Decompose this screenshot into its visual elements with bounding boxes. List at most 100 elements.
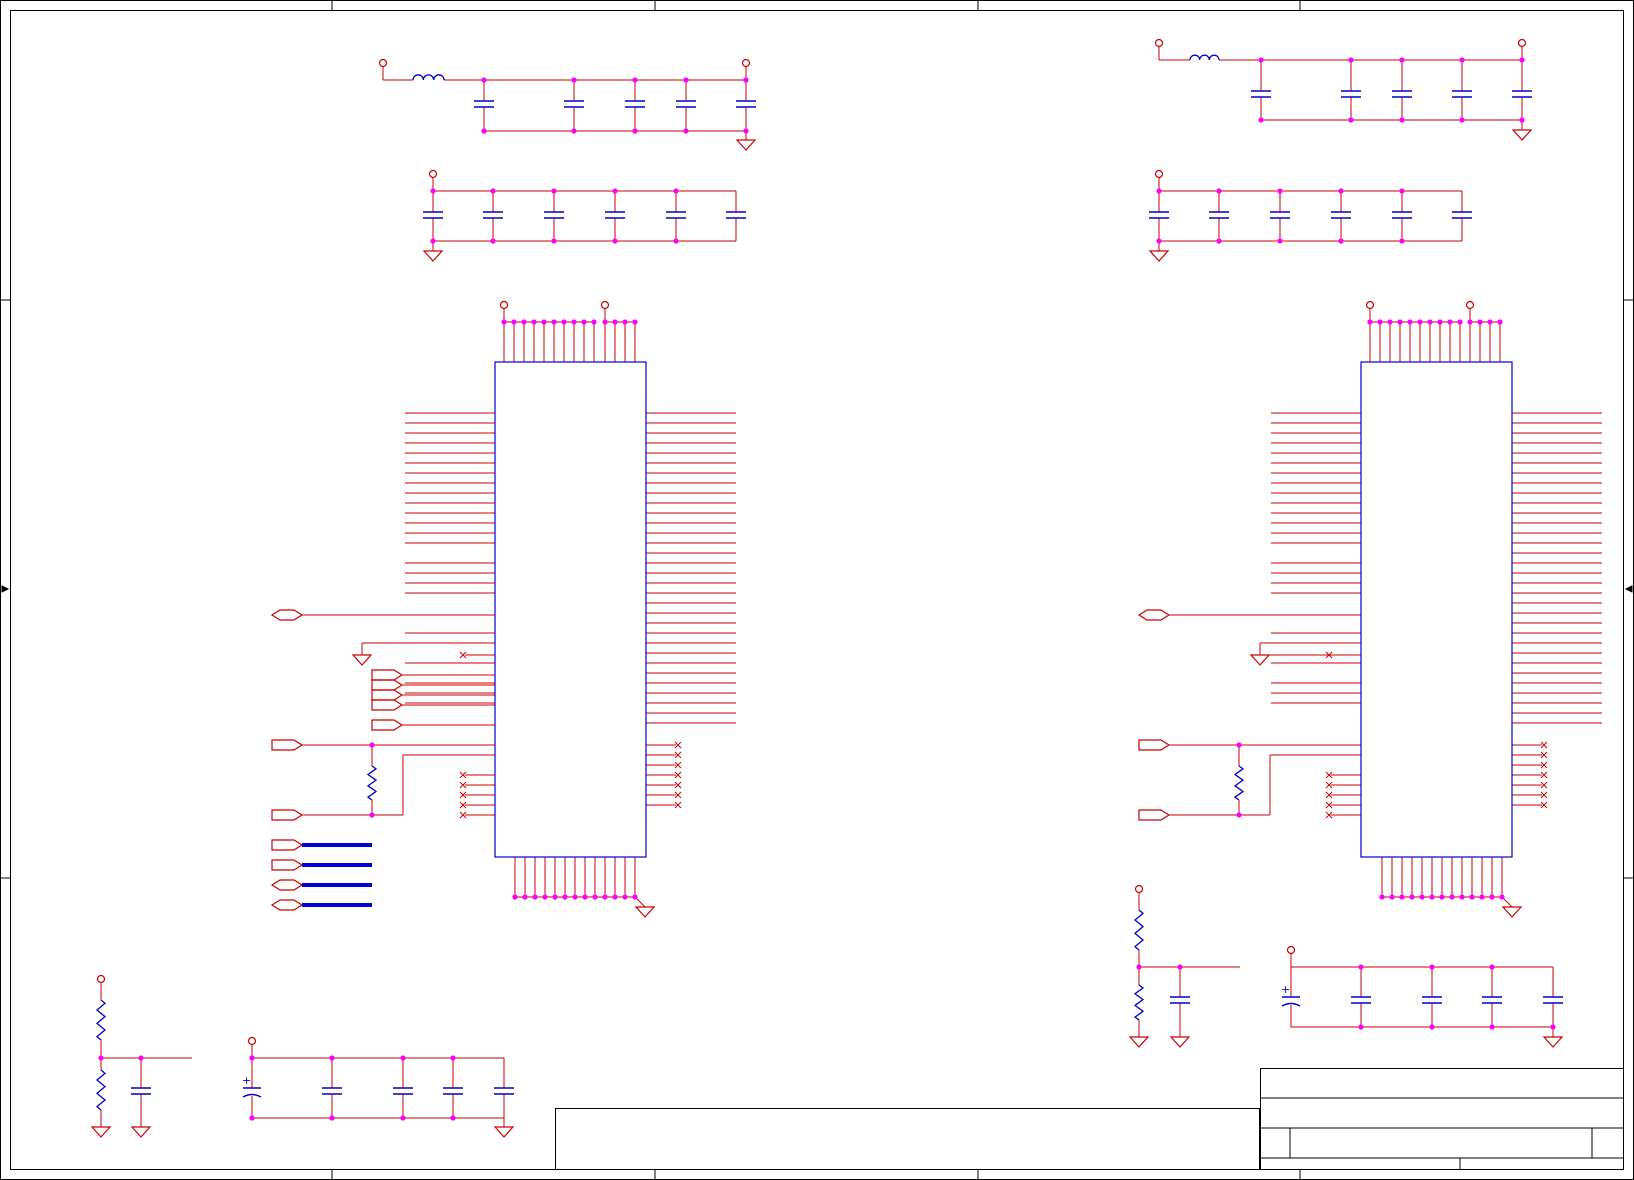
junction-dot bbox=[1439, 894, 1445, 900]
junction-dot bbox=[1417, 319, 1423, 325]
junction-dot bbox=[1399, 188, 1405, 194]
junction-dot bbox=[581, 319, 587, 325]
junction-dot bbox=[542, 894, 548, 900]
off-sheet-port-icon bbox=[371, 699, 404, 711]
power-port-circle-icon bbox=[1154, 169, 1164, 179]
power-port-circle-icon bbox=[1154, 38, 1164, 48]
junction-dot bbox=[683, 128, 689, 134]
junction-dot bbox=[1459, 894, 1465, 900]
resistor-icon bbox=[1133, 909, 1145, 951]
junction-dot bbox=[1358, 964, 1364, 970]
junction-dot bbox=[1156, 238, 1162, 244]
power-port-circle-icon bbox=[499, 300, 509, 310]
power-port-circle-icon bbox=[1465, 300, 1475, 310]
junction-dot bbox=[1519, 117, 1525, 123]
junction-dot bbox=[511, 319, 517, 325]
junction-dot bbox=[561, 319, 567, 325]
power-port-circle-icon bbox=[1134, 884, 1144, 894]
junction-dot bbox=[1358, 1024, 1364, 1030]
junction-layer bbox=[98, 57, 1556, 1121]
junction-dot bbox=[602, 894, 608, 900]
junction-dot bbox=[481, 77, 487, 83]
junction-dot bbox=[450, 1115, 456, 1121]
off-sheet-port-icon bbox=[271, 809, 304, 821]
junction-dot bbox=[632, 77, 638, 83]
junction-dot bbox=[1277, 238, 1283, 244]
junction-dot bbox=[1499, 894, 1505, 900]
junction-dot bbox=[1379, 894, 1385, 900]
junction-dot bbox=[481, 128, 487, 134]
junction-dot bbox=[1419, 894, 1425, 900]
junction-dot bbox=[1457, 319, 1463, 325]
junction-dot bbox=[430, 238, 436, 244]
junction-dot bbox=[531, 319, 537, 325]
junction-dot bbox=[683, 77, 689, 83]
junction-dot bbox=[612, 319, 618, 325]
junction-dot bbox=[1477, 319, 1483, 325]
power-port-circle-icon bbox=[1286, 945, 1296, 955]
title-block-frame bbox=[1260, 1068, 1624, 1170]
junction-dot bbox=[1399, 57, 1405, 63]
junction-dot bbox=[591, 319, 597, 325]
off-sheet-port-icon bbox=[371, 689, 404, 701]
resistor-icon bbox=[95, 999, 107, 1041]
inner-border bbox=[10, 10, 1624, 1170]
junction-dot bbox=[551, 319, 557, 325]
junction-dot bbox=[98, 1055, 104, 1061]
power-port-circle-icon bbox=[247, 1036, 257, 1046]
junction-dot bbox=[551, 188, 557, 194]
zone-arrow-icon bbox=[1, 585, 10, 593]
junction-dot bbox=[582, 894, 588, 900]
junction-dot bbox=[1399, 117, 1405, 123]
junction-dot bbox=[673, 238, 679, 244]
junction-dot bbox=[1447, 319, 1453, 325]
junction-dot bbox=[612, 894, 618, 900]
junction-dot bbox=[622, 319, 628, 325]
junction-dot bbox=[521, 319, 527, 325]
resistor-icon bbox=[366, 765, 378, 801]
junction-dot bbox=[138, 1055, 144, 1061]
junction-dot bbox=[1489, 1024, 1495, 1030]
junction-dot bbox=[1487, 319, 1493, 325]
off-sheet-port-icon bbox=[1138, 809, 1171, 821]
power-port-circle-icon bbox=[1365, 300, 1375, 310]
resistor-icon bbox=[1233, 765, 1245, 801]
junction-dot bbox=[632, 128, 638, 134]
sheet-frame bbox=[0, 0, 1634, 1180]
junction-dot bbox=[1489, 964, 1495, 970]
resistor-icon bbox=[1133, 984, 1145, 1021]
junction-dot bbox=[602, 319, 608, 325]
ground-triangle-icon bbox=[735, 139, 757, 151]
junction-dot bbox=[1459, 117, 1465, 123]
junction-dot bbox=[673, 188, 679, 194]
junction-dot bbox=[1177, 964, 1183, 970]
ground-triangle-icon bbox=[351, 654, 373, 666]
power-port-circle-icon bbox=[96, 974, 106, 984]
junction-dot bbox=[1258, 57, 1264, 63]
junction-dot bbox=[1399, 238, 1405, 244]
junction-dot bbox=[501, 319, 507, 325]
outer-border bbox=[0, 0, 1634, 1180]
off-sheet-port-icon bbox=[371, 719, 404, 731]
ground-triangle-icon bbox=[90, 1126, 112, 1138]
junction-dot bbox=[632, 894, 638, 900]
inductor-icon bbox=[1189, 54, 1220, 61]
power-port-circle-icon bbox=[428, 169, 438, 179]
junction-dot bbox=[1427, 319, 1433, 325]
off-sheet-port-icon bbox=[371, 679, 404, 691]
junction-dot bbox=[490, 188, 496, 194]
power-port-circle-icon bbox=[1517, 38, 1527, 48]
title-block bbox=[555, 1068, 1624, 1170]
off-sheet-port-icon bbox=[271, 839, 304, 851]
junction-dot bbox=[249, 1055, 255, 1061]
junction-dot bbox=[541, 319, 547, 325]
junction-dot bbox=[1409, 894, 1415, 900]
junction-dot bbox=[743, 77, 749, 83]
ground-triangle-icon bbox=[1169, 1036, 1191, 1048]
junction-dot bbox=[1387, 319, 1393, 325]
ground-triangle-icon bbox=[1148, 250, 1170, 262]
junction-dot bbox=[1216, 188, 1222, 194]
junction-dot bbox=[1497, 319, 1503, 325]
junction-dot bbox=[1479, 894, 1485, 900]
ground-triangle-icon bbox=[634, 906, 656, 918]
